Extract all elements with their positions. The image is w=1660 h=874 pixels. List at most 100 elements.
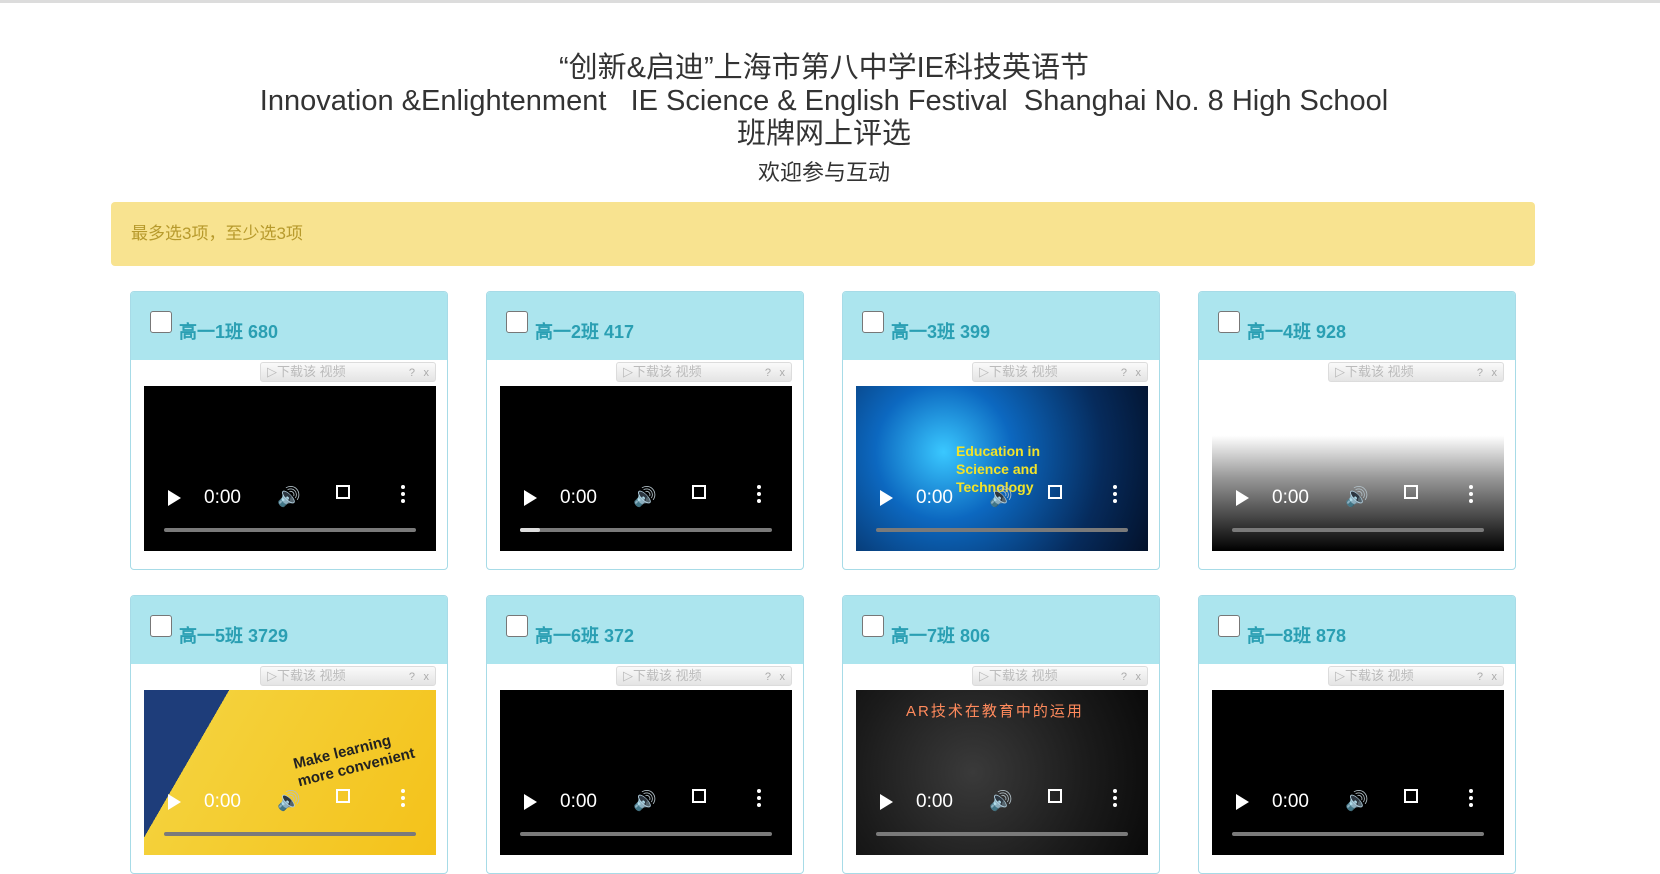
play-icon[interactable]: [524, 794, 537, 810]
play-icon[interactable]: [524, 490, 537, 506]
volume-icon[interactable]: 🔊: [277, 485, 301, 509]
card-header: 高一4班 928: [1199, 292, 1515, 360]
help-icon[interactable]: ?: [1477, 364, 1483, 382]
download-video-bar[interactable]: ▷下载该 视频 ? x: [260, 362, 436, 382]
download-video-label[interactable]: ▷下载该 视频: [267, 668, 346, 683]
video-player[interactable]: 0:00 🔊: [144, 386, 436, 551]
download-video-bar[interactable]: ▷下载该 视频 ? x: [616, 666, 792, 686]
vote-checkbox[interactable]: [506, 311, 528, 333]
volume-icon[interactable]: 🔊: [989, 485, 1013, 509]
play-icon[interactable]: [880, 794, 893, 810]
close-icon[interactable]: x: [1492, 364, 1498, 382]
video-card: 高一3班 399 ▷下载该 视频 ? x Education in Scienc…: [842, 291, 1160, 570]
download-video-label[interactable]: ▷下载该 视频: [979, 668, 1058, 683]
more-options-icon[interactable]: [401, 789, 405, 810]
fullscreen-icon[interactable]: [336, 485, 350, 499]
download-video-label[interactable]: ▷下载该 视频: [623, 668, 702, 683]
progress-track[interactable]: [876, 832, 1128, 836]
progress-track[interactable]: [520, 832, 772, 836]
video-controls: 0:00 🔊: [500, 775, 792, 855]
play-icon[interactable]: [168, 794, 181, 810]
video-player[interactable]: Make learning more convenient 0:00 🔊: [144, 690, 436, 855]
help-icon[interactable]: ?: [409, 364, 415, 382]
volume-icon[interactable]: 🔊: [1345, 789, 1369, 813]
more-options-icon[interactable]: [401, 485, 405, 506]
download-video-label[interactable]: ▷下载该 视频: [979, 364, 1058, 379]
play-icon[interactable]: [1236, 490, 1249, 506]
progress-track[interactable]: [164, 528, 416, 532]
vote-checkbox[interactable]: [1218, 615, 1240, 637]
more-options-icon[interactable]: [1469, 789, 1473, 810]
close-icon[interactable]: x: [1492, 668, 1498, 686]
progress-track[interactable]: [520, 528, 772, 532]
video-time: 0:00: [916, 487, 953, 508]
fullscreen-icon[interactable]: [692, 485, 706, 499]
close-icon[interactable]: x: [1136, 668, 1142, 686]
video-player[interactable]: 0:00 🔊: [500, 690, 792, 855]
more-options-icon[interactable]: [757, 789, 761, 810]
volume-icon[interactable]: 🔊: [277, 789, 301, 813]
volume-icon[interactable]: 🔊: [1345, 485, 1369, 509]
download-video-bar[interactable]: ▷下载该 视频 ? x: [1328, 362, 1504, 382]
more-options-icon[interactable]: [1469, 485, 1473, 506]
download-video-bar[interactable]: ▷下载该 视频 ? x: [972, 362, 1148, 382]
close-icon[interactable]: x: [780, 364, 786, 382]
help-icon[interactable]: ?: [1121, 364, 1127, 382]
download-video-bar[interactable]: ▷下载该 视频 ? x: [616, 362, 792, 382]
close-icon[interactable]: x: [780, 668, 786, 686]
download-video-label[interactable]: ▷下载该 视频: [267, 364, 346, 379]
volume-icon[interactable]: 🔊: [633, 485, 657, 509]
close-icon[interactable]: x: [1136, 364, 1142, 382]
video-player[interactable]: 0:00 🔊: [1212, 386, 1504, 551]
help-icon[interactable]: ?: [1477, 668, 1483, 686]
volume-icon[interactable]: 🔊: [633, 789, 657, 813]
download-video-bar[interactable]: ▷下载该 视频 ? x: [1328, 666, 1504, 686]
selection-alert: 最多选3项，至少选3项: [111, 202, 1535, 266]
close-icon[interactable]: x: [424, 668, 430, 686]
class-title: 高一6班 372: [535, 626, 635, 646]
close-icon[interactable]: x: [424, 364, 430, 382]
video-player[interactable]: 0:00 🔊: [1212, 690, 1504, 855]
download-video-bar[interactable]: ▷下载该 视频 ? x: [260, 666, 436, 686]
progress-track[interactable]: [876, 528, 1128, 532]
volume-icon[interactable]: 🔊: [989, 789, 1013, 813]
help-icon[interactable]: ?: [1121, 668, 1127, 686]
help-icon[interactable]: ?: [765, 668, 771, 686]
video-card: 高一2班 417 ▷下载该 视频 ? x 0:00 🔊: [486, 291, 804, 570]
more-options-icon[interactable]: [757, 485, 761, 506]
more-options-icon[interactable]: [1113, 789, 1117, 810]
fullscreen-icon[interactable]: [1404, 485, 1418, 499]
vote-checkbox[interactable]: [506, 615, 528, 637]
download-video-label[interactable]: ▷下载该 视频: [1335, 364, 1414, 379]
progress-track[interactable]: [1232, 528, 1484, 532]
vote-checkbox[interactable]: [150, 311, 172, 333]
fullscreen-icon[interactable]: [1048, 485, 1062, 499]
play-icon[interactable]: [880, 490, 893, 506]
help-icon[interactable]: ?: [409, 668, 415, 686]
video-player[interactable]: 0:00 🔊: [500, 386, 792, 551]
play-icon[interactable]: [168, 490, 181, 506]
class-title: 高一8班 878: [1247, 626, 1347, 646]
progress-track[interactable]: [164, 832, 416, 836]
video-player[interactable]: AR技术在教育中的运用 0:00 🔊: [856, 690, 1148, 855]
play-icon[interactable]: [1236, 794, 1249, 810]
title-english: Innovation &Enlightenment IE Science & E…: [259, 85, 1389, 117]
vote-checkbox[interactable]: [862, 615, 884, 637]
video-card: 高一8班 878 ▷下载该 视频 ? x 0:00 🔊: [1198, 595, 1516, 874]
video-card: 高一1班 680 ▷下载该 视频 ? x 0:00 🔊: [130, 291, 448, 570]
help-icon[interactable]: ?: [765, 364, 771, 382]
fullscreen-icon[interactable]: [336, 789, 350, 803]
download-video-label[interactable]: ▷下载该 视频: [623, 364, 702, 379]
download-video-bar[interactable]: ▷下载该 视频 ? x: [972, 666, 1148, 686]
progress-track[interactable]: [1232, 832, 1484, 836]
fullscreen-icon[interactable]: [1048, 789, 1062, 803]
vote-checkbox[interactable]: [862, 311, 884, 333]
fullscreen-icon[interactable]: [1404, 789, 1418, 803]
vote-checkbox[interactable]: [1218, 311, 1240, 333]
video-controls: 0:00 🔊: [144, 471, 436, 551]
fullscreen-icon[interactable]: [692, 789, 706, 803]
video-player[interactable]: Education in Science and Technology 0:00…: [856, 386, 1148, 551]
more-options-icon[interactable]: [1113, 485, 1117, 506]
download-video-label[interactable]: ▷下载该 视频: [1335, 668, 1414, 683]
vote-checkbox[interactable]: [150, 615, 172, 637]
